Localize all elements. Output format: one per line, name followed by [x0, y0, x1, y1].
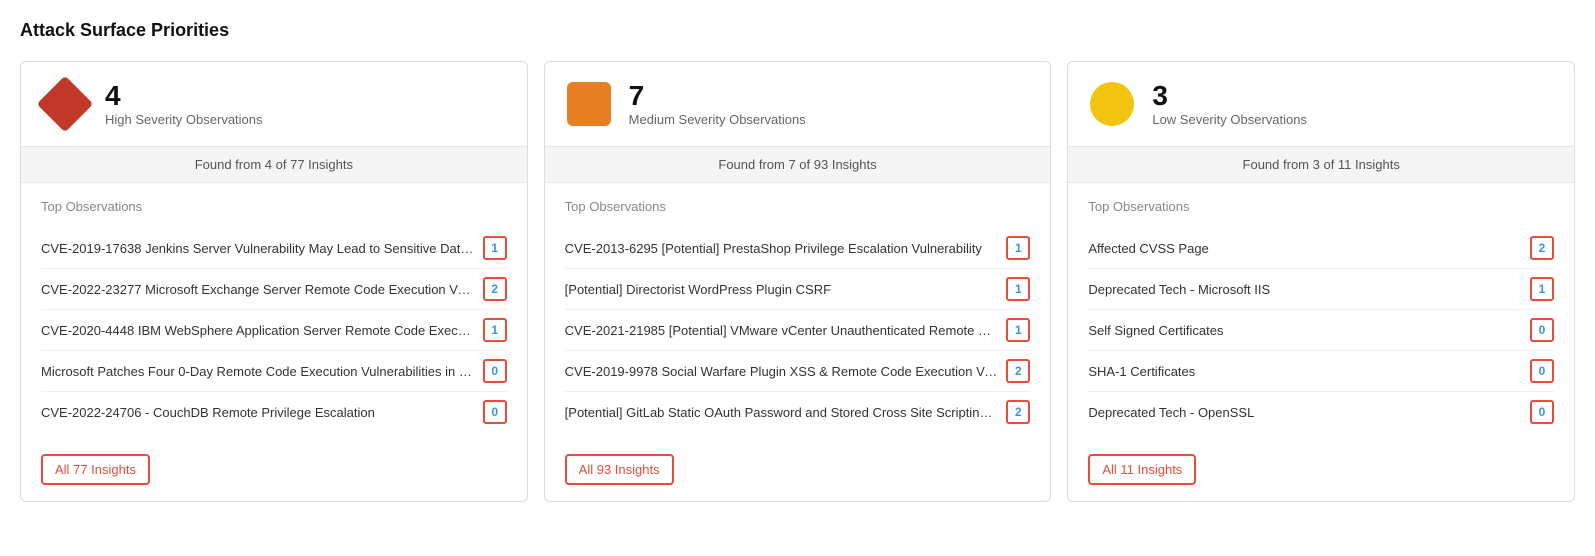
- observation-row: CVE-2022-24706 - CouchDB Remote Privileg…: [41, 392, 507, 432]
- low-label: Low Severity Observations: [1152, 112, 1307, 127]
- observation-badge: 0: [483, 400, 507, 424]
- observation-text: CVE-2019-9978 Social Warfare Plugin XSS …: [565, 364, 999, 379]
- observation-text: CVE-2022-24706 - CouchDB Remote Privileg…: [41, 405, 475, 420]
- card-high: 4High Severity ObservationsFound from 4 …: [20, 61, 528, 502]
- observation-row: CVE-2019-17638 Jenkins Server Vulnerabil…: [41, 228, 507, 269]
- observation-text: CVE-2020-4448 IBM WebSphere Application …: [41, 323, 475, 338]
- observation-text: Self Signed Certificates: [1088, 323, 1522, 338]
- high-severity-icon: [41, 80, 89, 128]
- observation-badge: 1: [483, 236, 507, 260]
- observation-badge: 1: [1006, 277, 1030, 301]
- cards-container: 4High Severity ObservationsFound from 4 …: [20, 61, 1575, 502]
- low-top-observations-label: Top Observations: [1088, 199, 1554, 214]
- observation-badge: 1: [1006, 236, 1030, 260]
- observation-row: Microsoft Patches Four 0-Day Remote Code…: [41, 351, 507, 392]
- high-found-bar: Found from 4 of 77 Insights: [21, 147, 527, 183]
- card-low: 3Low Severity ObservationsFound from 3 o…: [1067, 61, 1575, 502]
- observation-row: Affected CVSS Page 2: [1088, 228, 1554, 269]
- card-medium-header: 7Medium Severity Observations: [545, 62, 1051, 147]
- observation-badge: 1: [1006, 318, 1030, 342]
- observation-badge: 0: [483, 359, 507, 383]
- observation-text: CVE-2021-21985 [Potential] VMware vCente…: [565, 323, 999, 338]
- low-count: 3: [1152, 81, 1307, 112]
- observation-badge: 0: [1530, 318, 1554, 342]
- high-label: High Severity Observations: [105, 112, 263, 127]
- observation-badge: 0: [1530, 400, 1554, 424]
- observation-badge: 2: [483, 277, 507, 301]
- high-all-insights-link[interactable]: All 77 Insights: [41, 454, 150, 485]
- observation-row: Deprecated Tech - OpenSSL 0: [1088, 392, 1554, 432]
- observation-badge: 1: [1530, 277, 1554, 301]
- observation-text: CVE-2013-6295 [Potential] PrestaShop Pri…: [565, 241, 999, 256]
- observation-text: [Potential] GitLab Static OAuth Password…: [565, 405, 999, 420]
- observation-text: CVE-2019-17638 Jenkins Server Vulnerabil…: [41, 241, 475, 256]
- observation-row: CVE-2013-6295 [Potential] PrestaShop Pri…: [565, 228, 1031, 269]
- card-low-header: 3Low Severity Observations: [1068, 62, 1574, 147]
- observation-row: CVE-2019-9978 Social Warfare Plugin XSS …: [565, 351, 1031, 392]
- medium-all-insights-link[interactable]: All 93 Insights: [565, 454, 674, 485]
- observation-row: Deprecated Tech - Microsoft IIS 1: [1088, 269, 1554, 310]
- observation-row: [Potential] GitLab Static OAuth Password…: [565, 392, 1031, 432]
- medium-top-observations-label: Top Observations: [565, 199, 1031, 214]
- low-severity-icon: [1088, 80, 1136, 128]
- high-top-observations-label: Top Observations: [41, 199, 507, 214]
- observation-row: CVE-2022-23277 Microsoft Exchange Server…: [41, 269, 507, 310]
- observation-text: Affected CVSS Page: [1088, 241, 1522, 256]
- observation-row: CVE-2021-21985 [Potential] VMware vCente…: [565, 310, 1031, 351]
- observation-text: Deprecated Tech - Microsoft IIS: [1088, 282, 1522, 297]
- observation-text: Microsoft Patches Four 0-Day Remote Code…: [41, 364, 475, 379]
- page-title: Attack Surface Priorities: [20, 20, 1575, 41]
- medium-severity-icon: [565, 80, 613, 128]
- medium-label: Medium Severity Observations: [629, 112, 806, 127]
- high-count: 4: [105, 81, 263, 112]
- observation-badge: 2: [1006, 359, 1030, 383]
- observation-badge: 2: [1530, 236, 1554, 260]
- card-medium: 7Medium Severity ObservationsFound from …: [544, 61, 1052, 502]
- card-high-header: 4High Severity Observations: [21, 62, 527, 147]
- observation-text: CVE-2022-23277 Microsoft Exchange Server…: [41, 282, 475, 297]
- observation-text: Deprecated Tech - OpenSSL: [1088, 405, 1522, 420]
- low-all-insights-link[interactable]: All 11 Insights: [1088, 454, 1196, 485]
- observation-row: [Potential] Directorist WordPress Plugin…: [565, 269, 1031, 310]
- observation-row: SHA-1 Certificates 0: [1088, 351, 1554, 392]
- low-found-bar: Found from 3 of 11 Insights: [1068, 147, 1574, 183]
- observation-badge: 1: [483, 318, 507, 342]
- medium-count: 7: [629, 81, 806, 112]
- observation-badge: 0: [1530, 359, 1554, 383]
- observation-row: Self Signed Certificates 0: [1088, 310, 1554, 351]
- observation-row: CVE-2020-4448 IBM WebSphere Application …: [41, 310, 507, 351]
- observation-badge: 2: [1006, 400, 1030, 424]
- observation-text: SHA-1 Certificates: [1088, 364, 1522, 379]
- medium-found-bar: Found from 7 of 93 Insights: [545, 147, 1051, 183]
- observation-text: [Potential] Directorist WordPress Plugin…: [565, 282, 999, 297]
